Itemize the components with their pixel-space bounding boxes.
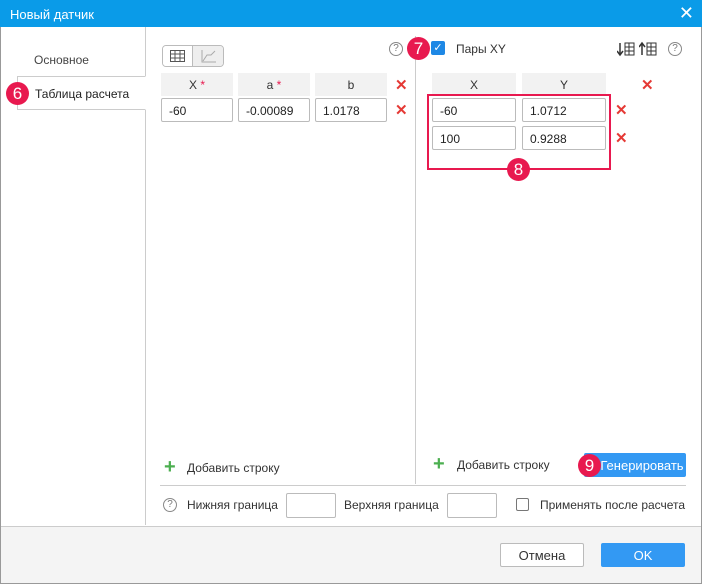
cell-x-right[interactable]: -60 (432, 98, 516, 122)
cell-b[interactable]: 1.0178 (315, 98, 387, 122)
badge-6: 6 (6, 82, 29, 105)
chart-view-icon[interactable] (193, 46, 223, 66)
tab-basic[interactable]: Основное (17, 43, 146, 77)
header-b: b (315, 73, 387, 96)
column-divider (415, 36, 416, 484)
close-icon[interactable]: ✕ (679, 4, 694, 22)
header-x-right: X (432, 73, 516, 96)
badge-7: 7 (407, 37, 430, 60)
lower-bound-input[interactable] (286, 493, 336, 518)
ok-button[interactable]: OK (601, 543, 685, 567)
lower-bound-label: Нижняя граница (187, 498, 278, 512)
add-row-left-button[interactable]: Добавить строку (187, 461, 280, 475)
table-view-icon[interactable] (163, 46, 194, 66)
divider (160, 485, 686, 486)
view-toggle (162, 45, 224, 67)
cell-x[interactable]: -60 (161, 98, 233, 122)
cell-y-right[interactable]: 0.9288 (522, 126, 606, 150)
dialog-title: Новый датчик (0, 0, 702, 27)
cell-a[interactable]: -0.00089 (238, 98, 310, 122)
help-icon[interactable]: ? (389, 42, 403, 56)
help-icon-bounds[interactable]: ? (163, 498, 177, 512)
plus-icon[interactable]: + (164, 457, 176, 477)
help-icon-right[interactable]: ? (668, 42, 682, 56)
cell-x-right[interactable]: 100 (432, 126, 516, 150)
header-a: a * (238, 73, 310, 96)
plus-icon[interactable]: + (433, 454, 445, 474)
upper-bound-label: Верхняя граница (344, 498, 439, 512)
xy-pairs-label: Пары XY (456, 42, 506, 56)
header-x: X * (161, 73, 233, 96)
header-y-right: Y (522, 73, 606, 96)
xy-pairs-checkbox[interactable]: ✓ (431, 41, 445, 55)
tab-calc-table[interactable]: Таблица расчета (17, 76, 146, 110)
dialog-footer (1, 526, 701, 583)
upper-bound-input[interactable] (447, 493, 497, 518)
insert-row-above-icon[interactable] (638, 41, 657, 60)
cell-y-right[interactable]: 1.0712 (522, 98, 606, 122)
delete-column-icon[interactable]: ✕ (641, 78, 654, 93)
badge-9: 9 (578, 454, 601, 477)
add-row-right-button[interactable]: Добавить строку (457, 458, 550, 472)
delete-row-icon[interactable]: ✕ (395, 103, 408, 118)
badge-8: 8 (507, 158, 530, 181)
apply-after-label: Применять после расчета (540, 498, 686, 512)
delete-row-icon[interactable]: ✕ (615, 103, 628, 118)
delete-row-icon[interactable]: ✕ (615, 131, 628, 146)
delete-column-icon[interactable]: ✕ (395, 78, 408, 93)
apply-after-checkbox[interactable] (516, 498, 529, 511)
cancel-button[interactable]: Отмена (500, 543, 584, 567)
insert-row-below-icon[interactable] (616, 41, 635, 60)
